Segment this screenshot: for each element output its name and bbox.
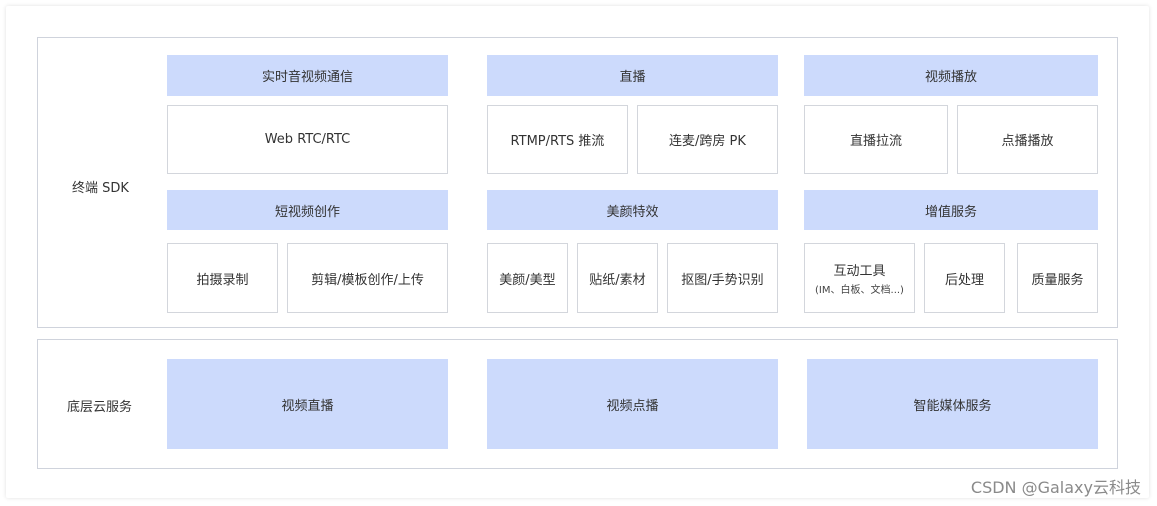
live-header: 直播: [487, 55, 778, 96]
csdn-watermark: CSDN @Galaxy云科技: [970, 478, 1141, 497]
post-processing-cell: 后处理: [924, 243, 1005, 313]
cloud-live-box: 视频直播: [167, 359, 448, 449]
shortvideo-header: 短视频创作: [167, 190, 448, 230]
cloud-media-box: 智能媒体服务: [807, 359, 1098, 449]
edit-upload-cell: 剪辑/模板创作/上传: [287, 243, 448, 313]
sdk-label: 终端 SDK: [72, 181, 129, 196]
cloud-vod-box: 视频点播: [487, 359, 778, 449]
shoot-record-cell: 拍摄录制: [167, 243, 278, 313]
interactive-tools-sub: (IM、白板、文档...): [815, 285, 904, 296]
beauty-header: 美颜特效: [487, 190, 778, 230]
beauty-shape-cell: 美颜/美型: [487, 243, 568, 313]
live-pull-cell: 直播拉流: [804, 105, 948, 174]
playback-header: 视频播放: [804, 55, 1098, 96]
vod-play-cell: 点播播放: [957, 105, 1098, 174]
cloud-label: 底层云服务: [67, 400, 133, 415]
rtc-header: 实时音视频通信: [167, 55, 448, 96]
webrtc-cell: Web RTC/RTC: [167, 105, 448, 174]
co-host-pk-cell: 连麦/跨房 PK: [637, 105, 778, 174]
quality-service-cell: 质量服务: [1017, 243, 1098, 313]
matting-gesture-cell: 抠图/手势识别: [667, 243, 778, 313]
interactive-tools-cell: 互动工具 (IM、白板、文档...): [804, 243, 915, 313]
sticker-cell: 贴纸/素材: [577, 243, 658, 313]
rtmp-push-cell: RTMP/RTS 推流: [487, 105, 628, 174]
value-header: 增值服务: [804, 190, 1098, 230]
interactive-tools-label: 互动工具: [833, 264, 886, 279]
